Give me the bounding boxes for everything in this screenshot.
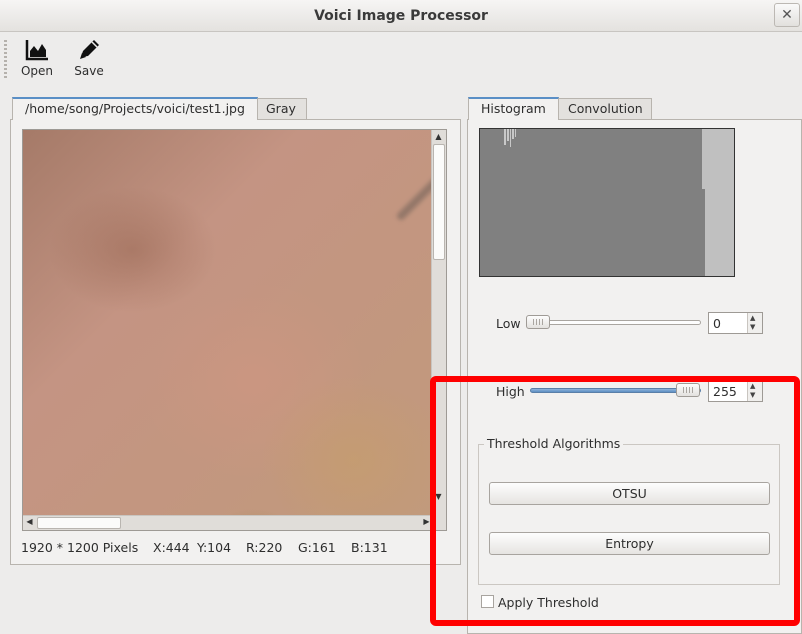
toolbar: Open Save [0, 32, 802, 86]
scroll-left-icon[interactable]: ◀ [23, 517, 36, 526]
open-label: Open [20, 64, 54, 78]
scroll-corner [431, 515, 446, 530]
apply-threshold-checkbox[interactable] [481, 595, 494, 608]
otsu-button[interactable]: OTSU [489, 482, 770, 505]
spin-up-icon[interactable]: ▲ [750, 382, 755, 390]
pixel-green: G:161 [298, 540, 336, 555]
spin-down-icon[interactable]: ▼ [750, 391, 755, 399]
high-value[interactable]: 255 [713, 384, 737, 399]
tab-image-file[interactable]: /home/song/Projects/voici/test1.jpg [12, 97, 258, 120]
low-label: Low [496, 316, 521, 331]
image-canvas[interactable] [23, 130, 446, 517]
threshold-group-title: Threshold Algorithms [484, 436, 624, 451]
close-icon[interactable]: ✕ [774, 3, 800, 27]
cursor-y: Y:104 [197, 540, 232, 555]
title-bar: Voici Image Processor ✕ [0, 0, 802, 32]
horizontal-scroll-thumb[interactable] [37, 517, 121, 529]
image-dimensions: 1920 * 1200 Pixels [21, 540, 139, 555]
toolbar-grip[interactable] [4, 40, 7, 78]
tab-histogram[interactable]: Histogram [468, 97, 559, 120]
save-label: Save [74, 64, 104, 78]
high-spinbox[interactable]: 255 ▲ ▼ [708, 380, 763, 402]
tab-gray[interactable]: Gray [253, 98, 307, 120]
area-chart-icon [25, 40, 48, 61]
apply-threshold-label[interactable]: Apply Threshold [498, 595, 599, 610]
image-view[interactable]: ▲ ▼ ◀ ▶ [22, 129, 447, 531]
horizontal-scrollbar[interactable]: ◀ ▶ [23, 515, 433, 530]
high-slider-handle[interactable] [676, 383, 700, 397]
entropy-button[interactable]: Entropy [489, 532, 770, 555]
save-button[interactable]: Save [66, 36, 112, 84]
low-slider-handle[interactable] [526, 315, 550, 329]
vertical-scrollbar[interactable]: ▲ ▼ [431, 130, 446, 517]
tab-convolution[interactable]: Convolution [555, 98, 652, 120]
vertical-scroll-thumb[interactable] [433, 144, 445, 260]
threshold-group [478, 444, 780, 585]
spin-down-icon[interactable]: ▼ [750, 323, 755, 331]
window-title: Voici Image Processor [314, 8, 488, 24]
high-label: High [496, 384, 525, 399]
open-button[interactable]: Open [14, 36, 60, 84]
pixel-blue: B:131 [351, 540, 388, 555]
low-slider-track[interactable] [526, 320, 701, 325]
spin-up-icon[interactable]: ▲ [750, 314, 755, 322]
scroll-up-icon[interactable]: ▲ [432, 132, 445, 141]
scroll-down-icon[interactable]: ▼ [432, 492, 445, 501]
pixel-red: R:220 [246, 540, 283, 555]
cursor-x: X:444 [153, 540, 190, 555]
low-spinbox[interactable]: 0 ▲ ▼ [708, 312, 763, 334]
histogram-display [479, 128, 735, 277]
low-value[interactable]: 0 [713, 316, 721, 331]
pencil-icon [80, 40, 99, 59]
